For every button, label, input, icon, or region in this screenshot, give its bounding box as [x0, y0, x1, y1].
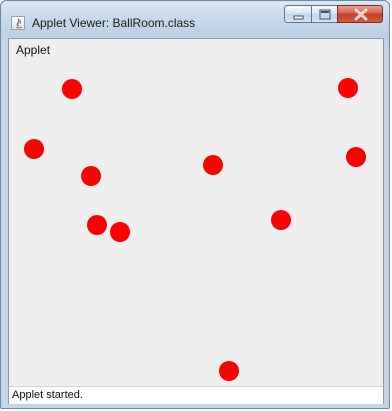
window-title: Applet Viewer: BallRoom.class — [32, 16, 196, 30]
applet-client-area: Applet Applet started. — [8, 38, 384, 404]
maximize-button[interactable] — [311, 5, 338, 23]
close-icon — [354, 8, 368, 21]
ball — [338, 78, 358, 98]
ball — [203, 155, 223, 175]
ball — [24, 139, 44, 159]
ball — [346, 147, 366, 167]
ball — [219, 361, 239, 381]
status-bar: Applet started. — [9, 386, 383, 404]
status-text: Applet started. — [12, 389, 83, 401]
ball — [62, 79, 82, 99]
ball — [87, 215, 107, 235]
title-bar[interactable]: Applet Viewer: BallRoom.class — [1, 1, 389, 37]
ball — [110, 222, 130, 242]
close-button[interactable] — [337, 5, 383, 23]
applet-viewer-window: Applet Viewer: BallRoom.class Applet App… — [0, 0, 390, 409]
ball — [81, 166, 101, 186]
minimize-button[interactable] — [284, 5, 312, 23]
minimize-icon — [293, 15, 304, 20]
java-icon[interactable] — [11, 16, 25, 30]
ballroom-canvas[interactable] — [9, 39, 383, 384]
maximize-icon — [319, 9, 331, 20]
ball — [271, 210, 291, 230]
